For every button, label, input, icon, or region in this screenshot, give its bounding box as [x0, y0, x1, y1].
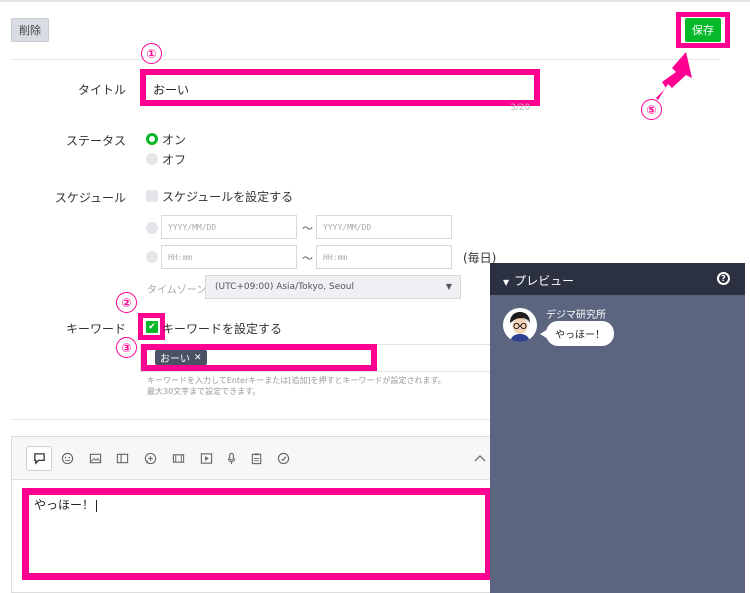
status-on-radio[interactable] — [146, 133, 158, 145]
start-date-field[interactable]: YYYY/MM/DD — [161, 215, 297, 239]
delete-button[interactable]: 削除 — [11, 18, 49, 42]
schedule-date-radio[interactable] — [146, 222, 158, 234]
sticker-tool-icon[interactable] — [59, 450, 76, 467]
keyword-label: キーワード — [65, 322, 126, 336]
survey-tool-icon[interactable] — [275, 450, 292, 467]
schedule-checkbox[interactable] — [146, 190, 158, 202]
timezone-value: (UTC+09:00) Asia/Tokyo, Seoul — [215, 282, 354, 292]
keyword-highlight-frame — [141, 344, 377, 371]
timezone-select[interactable]: (UTC+09:00) Asia/Tokyo, Seoul ▼ — [205, 275, 461, 299]
preview-toggle-icon: ▼ — [503, 278, 510, 287]
header-separator — [11, 59, 720, 60]
start-time-field[interactable]: HH:mm — [161, 245, 297, 269]
date-range-tilde: ～ — [302, 222, 313, 235]
preview-panel: ▼ プレビュー ? デジマ研究所 やっほー！ — [490, 263, 745, 593]
status-label: ステータス — [65, 134, 126, 148]
clipboard-tool-icon[interactable] — [248, 450, 265, 467]
save-highlight-frame — [676, 12, 730, 48]
image-tool-icon[interactable] — [87, 450, 104, 467]
account-name: デジマ研究所 — [546, 310, 606, 321]
editor-toolbar — [12, 437, 492, 480]
collapse-chevron-icon[interactable] — [468, 448, 492, 468]
marker-5: ⑤ — [641, 99, 662, 120]
end-date-field[interactable]: YYYY/MM/DD — [316, 215, 452, 239]
title-label: タイトル — [77, 83, 126, 97]
message-highlight-frame — [22, 488, 492, 580]
preview-message-bubble: やっほー！ — [546, 321, 614, 346]
title-char-counter: 3/20 — [510, 103, 531, 113]
schedule-checkbox-label: スケジュールを設定する — [162, 190, 294, 204]
text-message-tool-icon[interactable] — [26, 446, 52, 471]
time-range-tilde: ～ — [302, 252, 313, 265]
coupon-tool-icon[interactable] — [170, 450, 187, 467]
video-tool-icon[interactable] — [198, 450, 215, 467]
top-divider — [0, 0, 750, 2]
schedule-time-radio[interactable] — [146, 251, 158, 263]
end-time-field[interactable]: HH:mm — [316, 245, 452, 269]
add-message-tool-icon[interactable] — [142, 450, 159, 467]
status-off-label: オフ — [162, 153, 187, 167]
preview-header[interactable]: ▼ プレビュー ? — [490, 263, 745, 295]
title-highlight-frame — [140, 69, 540, 106]
form-separator — [11, 419, 491, 420]
schedule-label: スケジュール — [54, 191, 126, 205]
status-off-radio[interactable] — [146, 153, 158, 165]
keyword-hint-1: キーワードを入力してEnterキーまたは[追加]を押すとキーワードが設定されます… — [147, 376, 446, 385]
chevron-down-icon: ▼ — [445, 282, 452, 291]
preview-title: プレビュー — [514, 274, 575, 288]
avatar — [503, 308, 537, 342]
microphone-tool-icon[interactable] — [223, 450, 240, 467]
help-icon[interactable]: ? — [717, 272, 730, 285]
keyword-checkbox-label: キーワードを設定する — [162, 322, 283, 336]
keyword-hint-2: 最大30文字まで設定できます。 — [147, 387, 261, 396]
marker-2: ② — [116, 292, 137, 313]
marker-3: ③ — [116, 337, 137, 358]
pointer-arrow-icon — [656, 52, 692, 100]
card-tool-icon[interactable] — [114, 450, 131, 467]
status-on-label: オン — [162, 133, 187, 147]
keyword-checkbox-highlight-frame — [138, 313, 165, 340]
marker-1: ① — [141, 43, 162, 64]
timezone-label: タイムゾーン: — [147, 285, 210, 296]
